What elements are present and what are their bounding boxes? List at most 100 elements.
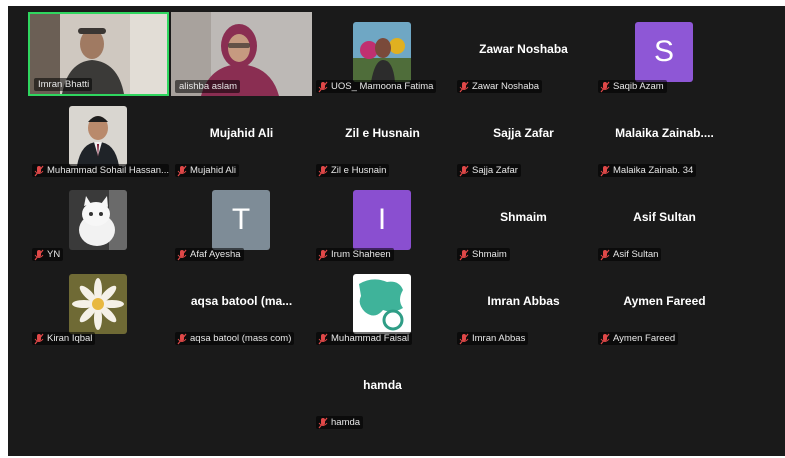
participant-tile-mamoona-fatima[interactable]: UOS_ Mamoona Fatima [312, 12, 453, 96]
participant-name: Asif Sultan [613, 249, 659, 260]
participant-name: Sajja Zafar [472, 165, 518, 176]
participant-name-label: Malaika Zainab. 34 [598, 164, 697, 177]
participant-avatar-photo [69, 190, 127, 250]
participant-avatar: I [353, 190, 411, 250]
participant-display-name: aqsa batool (ma... [190, 294, 293, 308]
participant-tile-aymen-fareed[interactable]: Aymen Fareed Aymen Fareed [594, 264, 735, 348]
mic-muted-icon [177, 165, 187, 176]
mic-muted-icon [318, 333, 328, 344]
participant-tile-yn[interactable]: YN [28, 180, 169, 264]
participant-display-name: hamda [363, 378, 402, 392]
participant-tile-malaika-zainab[interactable]: Malaika Zainab.... Malaika Zainab. 34 [594, 96, 735, 180]
avatar-letter: S [653, 35, 674, 68]
participant-name-label: Afaf Ayesha [175, 248, 244, 261]
participant-name-label: Zil e Husnain [316, 164, 390, 177]
participant-name-label: Zawar Noshaba [457, 80, 543, 93]
participant-avatar-photo [353, 274, 411, 334]
participant-name: Irum Shaheen [331, 249, 391, 260]
participant-name: Mujahid Ali [190, 165, 236, 176]
participant-name: Kiran Iqbal [47, 333, 93, 344]
participant-name-label: Asif Sultan [598, 248, 662, 261]
participant-name-label: Imran Abbas [457, 332, 529, 345]
participant-name: Afaf Ayesha [190, 249, 241, 260]
participant-name-label: Shmaim [457, 248, 510, 261]
participant-name-label: Imran Bhatti [34, 78, 93, 91]
avatar-letter: I [377, 203, 387, 236]
participant-name-label: YN [32, 248, 64, 261]
mic-muted-icon [459, 165, 469, 176]
participant-display-name: Mujahid Ali [209, 126, 274, 140]
participant-avatar-photo [69, 274, 127, 334]
participant-tile-asif-sultan[interactable]: Asif Sultan Asif Sultan [594, 180, 735, 264]
mic-muted-icon [600, 333, 610, 344]
mic-muted-icon [459, 249, 469, 260]
mic-muted-icon [459, 333, 469, 344]
mic-muted-icon [318, 249, 328, 260]
participant-name: YN [47, 249, 61, 260]
participant-name-label: alishba aslam [175, 80, 241, 93]
participant-avatar: S [635, 22, 693, 82]
participant-tile-mujahid-ali[interactable]: Mujahid Ali Mujahid Ali [171, 96, 312, 180]
participant-tile-hamda[interactable]: hamda hamda [312, 348, 453, 432]
participant-name: UOS_ Mamoona Fatima [331, 81, 434, 92]
mic-muted-icon [600, 249, 610, 260]
mic-muted-icon [177, 249, 187, 260]
participant-tile-zil-e-husnain[interactable]: Zil e Husnain Zil e Husnain [312, 96, 453, 180]
participant-name: Zil e Husnain [331, 165, 387, 176]
participant-tile-muhammad-sohail-hassan[interactable]: Muhammad Sohail Hassan... [28, 96, 169, 180]
participant-display-name: Asif Sultan [633, 210, 696, 224]
participant-avatar-photo [69, 106, 127, 166]
participant-tile-shmaim[interactable]: Shmaim Shmaim [453, 180, 594, 264]
participant-name-label: Sajja Zafar [457, 164, 521, 177]
participant-tile-zawar-noshaba[interactable]: Zawar Noshaba Zawar Noshaba [453, 12, 594, 96]
mic-muted-icon [600, 165, 610, 176]
participant-display-name: Shmaim [500, 210, 547, 224]
mic-muted-icon [34, 333, 44, 344]
mic-muted-icon [34, 249, 44, 260]
participant-tile-aqsa-batool[interactable]: aqsa batool (ma... aqsa batool (mass com… [171, 264, 312, 348]
participant-name: Shmaim [472, 249, 507, 260]
participant-tile-sajja-zafar[interactable]: Sajja Zafar Sajja Zafar [453, 96, 594, 180]
participant-name-label: Muhammad Faisal [316, 332, 413, 345]
participant-tile-alishba-aslam[interactable]: alishba aslam [171, 12, 312, 96]
participant-name-label: Aymen Fareed [598, 332, 679, 345]
participant-name-label: Muhammad Sohail Hassan... [32, 164, 169, 177]
participant-tile-kiran-iqbal[interactable]: Kiran Iqbal [28, 264, 169, 348]
mic-muted-icon [34, 165, 44, 176]
participant-name-label: Irum Shaheen [316, 248, 394, 261]
participant-name-label: Saqib Azam [598, 80, 667, 93]
participant-tile-imran-bhatti[interactable]: Imran Bhatti [28, 12, 169, 96]
mic-muted-icon [318, 417, 328, 428]
participant-tile-muhammad-faisal[interactable]: Muhammad Faisal [312, 264, 453, 348]
mic-muted-icon [459, 81, 469, 92]
participant-name: Zawar Noshaba [472, 81, 540, 92]
participant-display-name: Zil e Husnain [345, 126, 420, 140]
participant-name: Saqib Azam [613, 81, 664, 92]
participant-name-label: UOS_ Mamoona Fatima [316, 80, 437, 93]
participant-name: Imran Abbas [472, 333, 526, 344]
participant-name-label: aqsa batool (mass com) [175, 332, 295, 345]
participant-name: Muhammad Faisal [331, 333, 410, 344]
participant-tile-saqib-azam[interactable]: S Saqib Azam [594, 12, 735, 96]
participant-name: Aymen Fareed [613, 333, 676, 344]
participant-name: hamda [331, 417, 361, 428]
participant-avatar: T [212, 190, 270, 250]
mic-muted-icon [318, 165, 328, 176]
participant-tile-imran-abbas[interactable]: Imran Abbas Imran Abbas [453, 264, 594, 348]
participant-name: Imran Bhatti [38, 79, 90, 90]
participant-tile-irum-shaheen[interactable]: I Irum Shaheen [312, 180, 453, 264]
participant-name-label: hamda [316, 416, 364, 429]
avatar-letter: T [231, 203, 251, 236]
participant-name: Muhammad Sohail Hassan... [47, 165, 169, 176]
participant-display-name: Zawar Noshaba [479, 42, 568, 56]
participant-name: Malaika Zainab. 34 [613, 165, 694, 176]
participant-name-label: Mujahid Ali [175, 164, 239, 177]
participant-display-name: Imran Abbas [487, 294, 560, 308]
participant-tile-afaf-ayesha[interactable]: T Afaf Ayesha [171, 180, 312, 264]
participant-name: alishba aslam [179, 81, 238, 92]
participant-display-name: Sajja Zafar [493, 126, 554, 140]
mic-muted-icon [177, 333, 187, 344]
gallery-view: Imran Bhatti alishba aslam UOS_ Mamoona … [8, 6, 785, 456]
participant-avatar-photo [353, 22, 411, 82]
mic-muted-icon [318, 81, 328, 92]
